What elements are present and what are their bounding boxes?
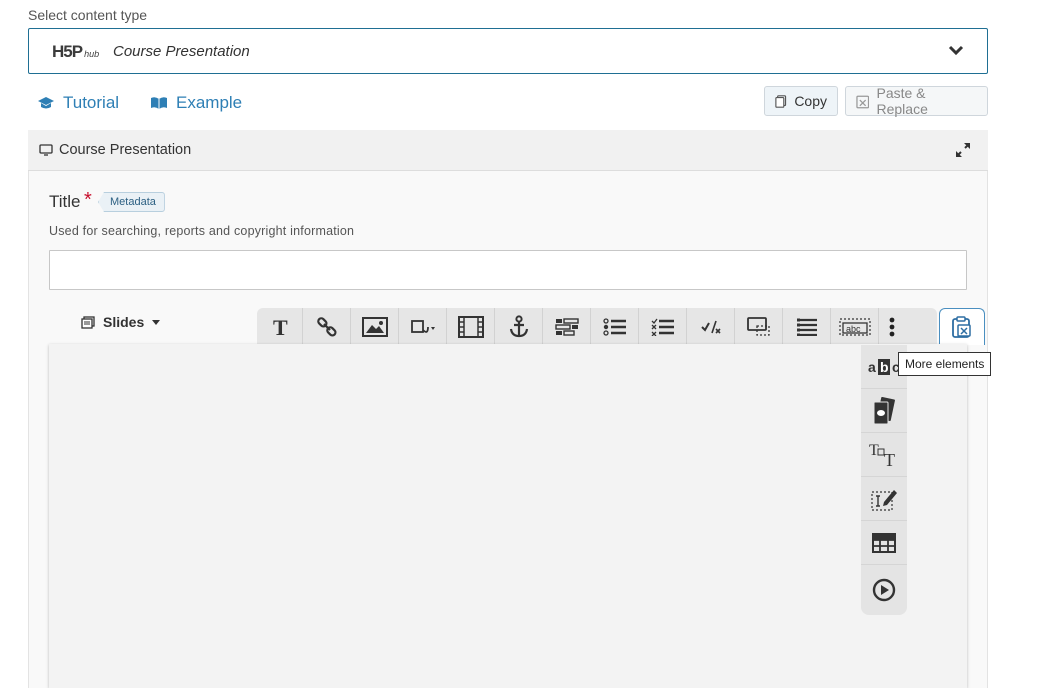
panel-title: Course Presentation: [59, 142, 192, 158]
slides-icon: [81, 315, 95, 329]
drag-drop-icon[interactable]: [735, 308, 783, 345]
chevron-down-icon: [948, 45, 964, 56]
required-marker: *: [84, 189, 92, 211]
summary-icon[interactable]: [783, 308, 831, 345]
table-icon[interactable]: [861, 521, 907, 565]
title-description: Used for searching, reports and copyrigh…: [49, 224, 355, 238]
copy-button[interactable]: Copy: [764, 86, 838, 116]
panel-body: Title * Metadata Used for searching, rep…: [28, 171, 988, 688]
h5p-hub-logo: H5P hub: [52, 42, 100, 61]
title-label: Title: [49, 192, 81, 211]
caret-down-icon: [152, 319, 161, 325]
more-elements-tooltip: More elements: [898, 352, 992, 376]
paste-clipboard-icon: [952, 316, 971, 338]
selected-content-type: Course Presentation: [113, 43, 250, 60]
more-elements-dropdown: abc TT: [861, 345, 907, 615]
graduation-cap-icon: [38, 97, 54, 109]
drag-text-icon[interactable]: abc: [831, 308, 879, 345]
content-type-label: Select content type: [28, 7, 148, 23]
svg-text:T: T: [273, 317, 288, 337]
shapes-icon[interactable]: [399, 308, 447, 345]
book-open-icon: [151, 97, 167, 109]
slides-label: Slides: [103, 314, 145, 330]
interactive-video-icon[interactable]: [861, 565, 907, 615]
multi-choice-icon[interactable]: [639, 308, 687, 345]
link-icon[interactable]: [303, 308, 351, 345]
paste-icon: [856, 95, 870, 108]
video-icon[interactable]: [447, 308, 495, 345]
paste-element-button[interactable]: [939, 308, 985, 345]
svg-text:abc: abc: [846, 324, 861, 334]
example-link[interactable]: Example: [150, 93, 242, 113]
paste-replace-label: Paste & Replace: [876, 85, 928, 117]
true-false-icon[interactable]: [687, 308, 735, 345]
svg-text:a: a: [868, 359, 876, 375]
metadata-button[interactable]: Metadata: [98, 192, 165, 212]
copy-icon: [775, 94, 787, 108]
image-icon[interactable]: [351, 308, 399, 345]
text-resize-icon[interactable]: TT: [861, 433, 907, 477]
title-input[interactable]: [49, 250, 967, 290]
monitor-icon: [39, 144, 53, 156]
copy-label: Copy: [794, 93, 827, 109]
panel-header: Course Presentation: [28, 130, 988, 171]
fill-blanks-icon[interactable]: [543, 308, 591, 345]
expand-icon[interactable]: [954, 141, 972, 159]
single-choice-icon[interactable]: [591, 308, 639, 345]
example-label: Example: [176, 93, 243, 112]
text-icon[interactable]: T: [257, 308, 303, 345]
dialog-cards-icon[interactable]: [861, 389, 907, 433]
tutorial-label: Tutorial: [63, 93, 120, 112]
slide-canvas[interactable]: [49, 344, 967, 688]
content-type-select[interactable]: H5P hub Course Presentation: [28, 28, 988, 74]
svg-text:b: b: [880, 359, 889, 375]
svg-text:T: T: [884, 450, 895, 468]
tutorial-link[interactable]: Tutorial: [37, 93, 119, 113]
element-toolbar: T abc: [257, 308, 937, 345]
essay-icon[interactable]: [861, 477, 907, 521]
anchor-icon[interactable]: [495, 308, 543, 345]
paste-replace-button[interactable]: Paste & Replace: [845, 85, 988, 117]
more-elements-icon[interactable]: [879, 308, 905, 345]
slides-menu[interactable]: Slides: [81, 314, 161, 330]
